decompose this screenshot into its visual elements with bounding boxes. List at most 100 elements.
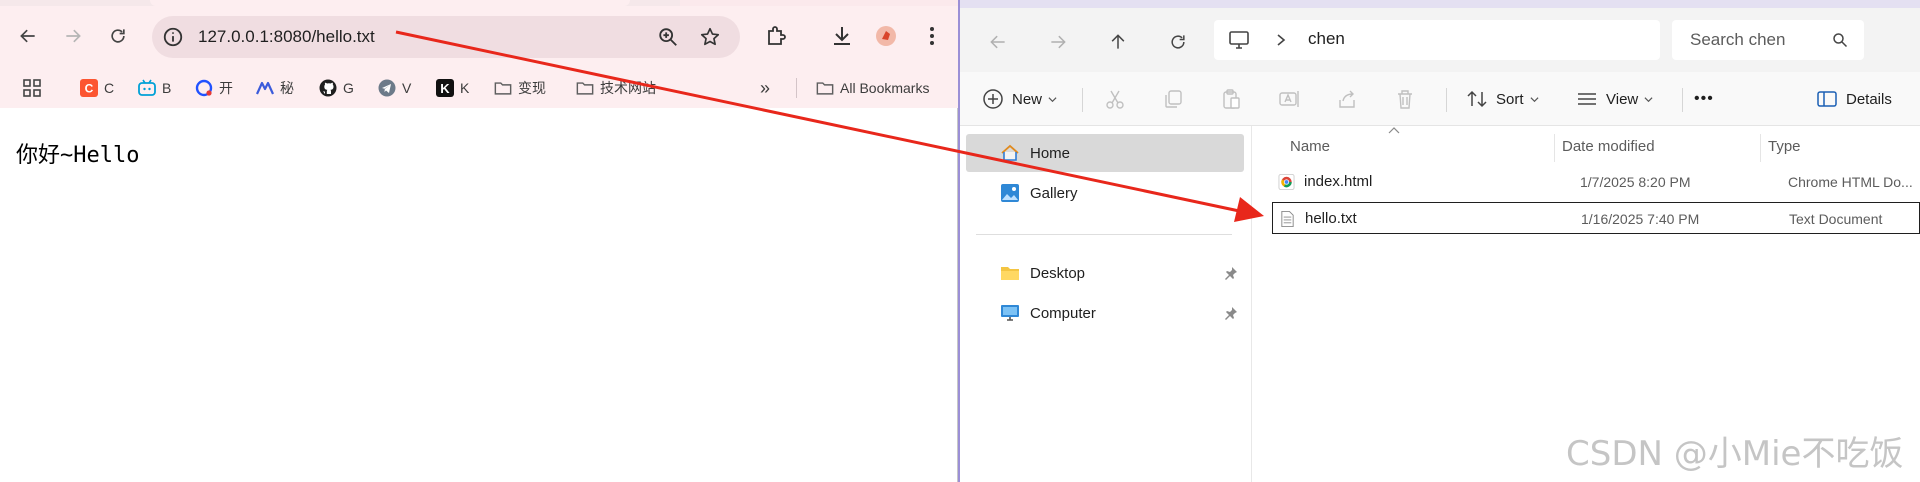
bilibili-icon (138, 79, 156, 97)
bookmark-bilibili[interactable]: B (138, 76, 171, 100)
explorer-back-button[interactable] (982, 26, 1014, 58)
csdn-icon: C (80, 79, 98, 97)
back-button[interactable] (11, 19, 45, 53)
profile-avatar-icon[interactable] (874, 24, 898, 48)
rename-button[interactable] (1278, 86, 1300, 112)
cut-button[interactable] (1104, 86, 1126, 112)
address-bar[interactable]: 127.0.0.1:8080/hello.txt (152, 16, 740, 58)
sort-label: Sort (1496, 90, 1524, 108)
bookmark-label: 秘 (280, 80, 294, 96)
all-bookmarks-label: All Bookmarks (840, 80, 930, 96)
sort-button[interactable]: Sort (1466, 86, 1539, 112)
download-icon[interactable] (830, 24, 854, 48)
this-pc-icon (1229, 31, 1249, 49)
nav-item-desktop[interactable]: Desktop (966, 254, 1244, 292)
nav-divider (976, 234, 1232, 235)
column-header-type[interactable]: Type (1768, 134, 1801, 160)
bookmarks-divider (796, 78, 797, 98)
delete-button[interactable] (1394, 86, 1416, 112)
bookmark-star-icon[interactable] (699, 26, 721, 48)
all-bookmarks-button[interactable]: All Bookmarks (816, 76, 929, 100)
details-pane-button[interactable]: Details (1816, 86, 1892, 112)
file-type: Chrome HTML Do... (1788, 174, 1913, 190)
nav-label: Computer (1030, 304, 1096, 322)
bookmark-label: C (104, 80, 115, 96)
view-label: View (1606, 90, 1639, 108)
nav-label: Home (1030, 144, 1071, 162)
copy-button[interactable] (1162, 86, 1184, 112)
share-button[interactable] (1336, 86, 1358, 112)
chevron-down-icon (1530, 96, 1539, 102)
bookmark-csdn[interactable]: C C (80, 76, 114, 100)
nav-item-home[interactable]: Home (966, 134, 1244, 172)
file-type: Text Document (1789, 211, 1883, 227)
text-file-icon (1281, 210, 1294, 228)
bookmark-telegram[interactable]: V (378, 76, 411, 100)
folder-icon (576, 79, 594, 97)
folder-icon (494, 79, 512, 97)
csdn-watermark: CSDN @小Mie不吃饭 (1566, 434, 1904, 474)
file-date: 1/16/2025 7:40 PM (1581, 211, 1700, 227)
bookmark-github[interactable]: G (319, 76, 354, 100)
explorer-refresh-button[interactable] (1162, 26, 1194, 58)
apps-grid-icon[interactable] (22, 78, 42, 98)
column-separator[interactable] (1554, 134, 1555, 162)
file-row-index-html[interactable]: index.html 1/7/2025 8:20 PM Chrome HTML … (1272, 166, 1920, 198)
breadcrumb-folder[interactable]: chen (1308, 29, 1345, 49)
bookmark-label: 变现 (518, 80, 546, 96)
column-separator[interactable] (1760, 134, 1761, 162)
site-info-icon[interactable] (162, 26, 184, 48)
folder-icon (816, 79, 834, 97)
view-list-icon (1578, 93, 1596, 105)
rename-icon (1279, 91, 1299, 107)
explorer-search-box[interactable]: Search chen (1672, 20, 1864, 60)
pin-icon[interactable] (1224, 266, 1238, 280)
extensions-icon[interactable] (764, 24, 788, 48)
forward-button[interactable] (56, 19, 90, 53)
share-icon (1339, 90, 1355, 108)
chevron-right-icon[interactable] (1274, 32, 1288, 48)
bookmark-label: V (402, 80, 412, 96)
zoom-icon[interactable] (657, 26, 679, 48)
paste-button[interactable] (1220, 86, 1242, 112)
search-icon (1833, 33, 1848, 48)
gallery-icon (1001, 184, 1019, 202)
nav-item-computer[interactable]: Computer (966, 294, 1244, 332)
menu-kebab-icon[interactable] (920, 24, 944, 48)
bookmarks-overflow-button[interactable]: » (760, 76, 770, 100)
column-header-date[interactable]: Date modified (1562, 134, 1655, 160)
reload-button[interactable] (101, 19, 135, 53)
column-header-name[interactable]: Name (1290, 134, 1330, 160)
navigation-pane: Home Gallery Desktop Computer (960, 126, 1252, 482)
pin-icon[interactable] (1224, 306, 1238, 320)
bookmark-kai[interactable]: 开 (195, 76, 233, 100)
chrome-html-file-icon (1278, 173, 1295, 191)
kai-icon (195, 79, 213, 97)
file-explorer-window: chen Search chen New Sort View ••• Detai… (958, 0, 1920, 482)
arrow-right-icon (1051, 35, 1066, 49)
scissors-icon (1106, 90, 1124, 109)
mi-icon (256, 79, 274, 97)
explorer-up-button[interactable] (1102, 26, 1134, 58)
explorer-address-bar[interactable]: chen (1214, 20, 1660, 60)
file-row-hello-txt[interactable]: hello.txt 1/16/2025 7:40 PM Text Documen… (1272, 202, 1920, 234)
paste-icon (1223, 89, 1240, 109)
bookmark-folder-bianxian[interactable]: 变现 (494, 76, 546, 100)
bookmark-mi[interactable]: 秘 (256, 76, 294, 100)
bookmark-folder-tech[interactable]: 技术网站 (576, 76, 656, 100)
view-button[interactable]: View (1576, 86, 1653, 112)
new-button[interactable]: New (982, 86, 1057, 112)
bookmarks-bar: C C B 开 秘 G V K K 变现 技术网站 » All Bookmark… (0, 68, 958, 108)
bookmark-k[interactable]: K K (436, 76, 469, 100)
nav-label: Gallery (1030, 184, 1078, 202)
url-text[interactable]: 127.0.0.1:8080/hello.txt (198, 27, 375, 47)
more-options-button[interactable]: ••• (1694, 86, 1714, 112)
arrow-right-icon (66, 29, 81, 43)
telegram-icon (378, 79, 396, 97)
nav-item-gallery[interactable]: Gallery (966, 174, 1244, 212)
bookmark-label: 技术网站 (600, 80, 656, 96)
chevron-down-icon (1644, 96, 1653, 102)
more-dots-icon: ••• (1694, 90, 1714, 107)
file-name: index.html (1304, 173, 1373, 190)
explorer-forward-button[interactable] (1042, 26, 1074, 58)
